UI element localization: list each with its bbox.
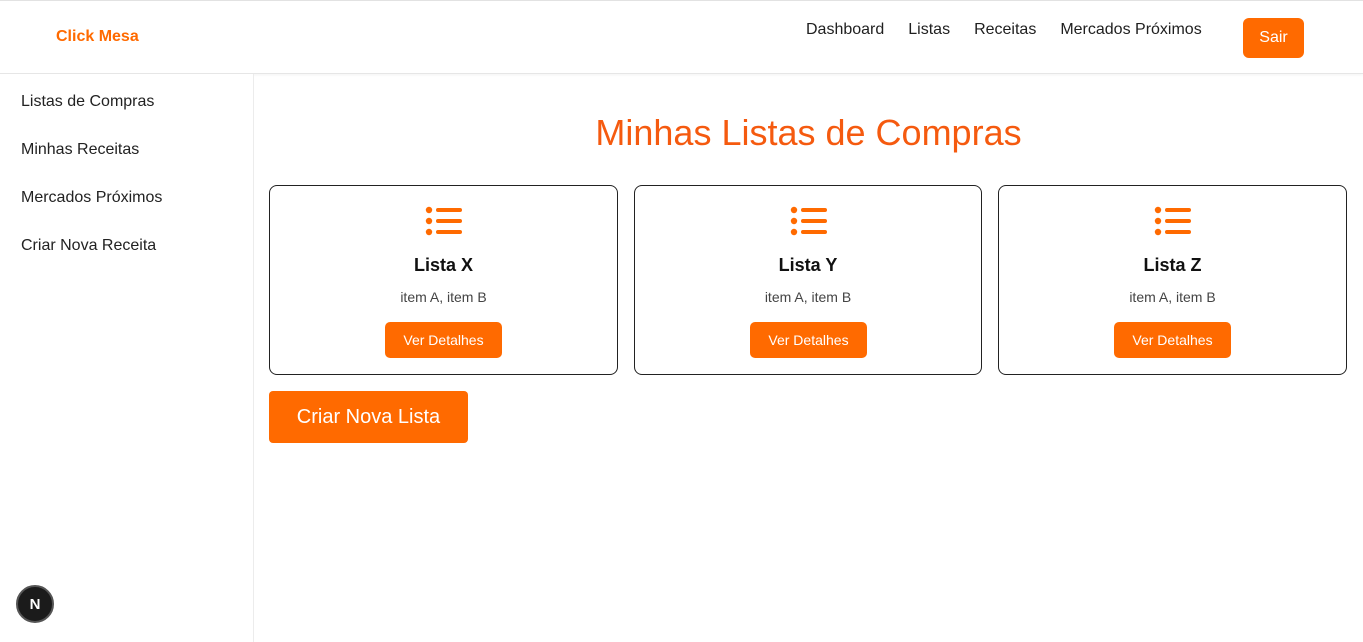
- nextjs-icon[interactable]: N: [16, 585, 54, 623]
- card-title: Lista Z: [1143, 255, 1202, 275]
- list-icon: [1154, 206, 1191, 236]
- list-card: Lista X item A, item B Ver Detalhes: [269, 185, 618, 375]
- list-icon: [790, 206, 827, 236]
- view-details-button[interactable]: Ver Detalhes: [1114, 322, 1231, 358]
- page-title: Minhas Listas de Compras: [595, 112, 1022, 153]
- view-details-button[interactable]: Ver Detalhes: [750, 322, 867, 358]
- sidebar: Listas de Compras Minhas Receitas Mercad…: [0, 74, 254, 642]
- sidebar-item-listas-de-compras[interactable]: Listas de Compras: [21, 93, 154, 111]
- sidebar-item-criar-nova-receita[interactable]: Criar Nova Receita: [21, 237, 156, 255]
- view-details-button[interactable]: Ver Detalhes: [385, 322, 502, 358]
- top-navbar: Click Mesa Dashboard Listas Receitas Mer…: [0, 0, 1363, 74]
- nav-receitas[interactable]: Receitas: [974, 20, 1036, 40]
- sidebar-item-mercados-proximos[interactable]: Mercados Próximos: [21, 189, 162, 207]
- logout-button[interactable]: Sair: [1243, 18, 1304, 58]
- card-items: item A, item B: [400, 289, 487, 305]
- badge-letter: N: [29, 595, 41, 613]
- nav-mercados-proximos[interactable]: Mercados Próximos: [1060, 20, 1201, 40]
- card-title: Lista X: [413, 255, 474, 275]
- create-list-button[interactable]: Criar Nova Lista: [269, 391, 468, 443]
- card-items: item A, item B: [764, 289, 852, 305]
- sidebar-item-minhas-receitas[interactable]: Minhas Receitas: [21, 141, 139, 159]
- list-card: Lista Y item A, item B Ver Detalhes: [634, 185, 982, 375]
- main-nav: Dashboard Listas Receitas Mercados Próxi…: [806, 20, 1226, 40]
- brand-logo[interactable]: Click Mesa: [56, 28, 139, 46]
- nav-dashboard[interactable]: Dashboard: [806, 20, 884, 40]
- card-title: Lista Y: [778, 255, 838, 275]
- card-items: item A, item B: [1129, 289, 1216, 305]
- list-icon: [425, 206, 462, 236]
- list-card: Lista Z item A, item B Ver Detalhes: [998, 185, 1347, 375]
- nav-listas[interactable]: Listas: [908, 20, 950, 40]
